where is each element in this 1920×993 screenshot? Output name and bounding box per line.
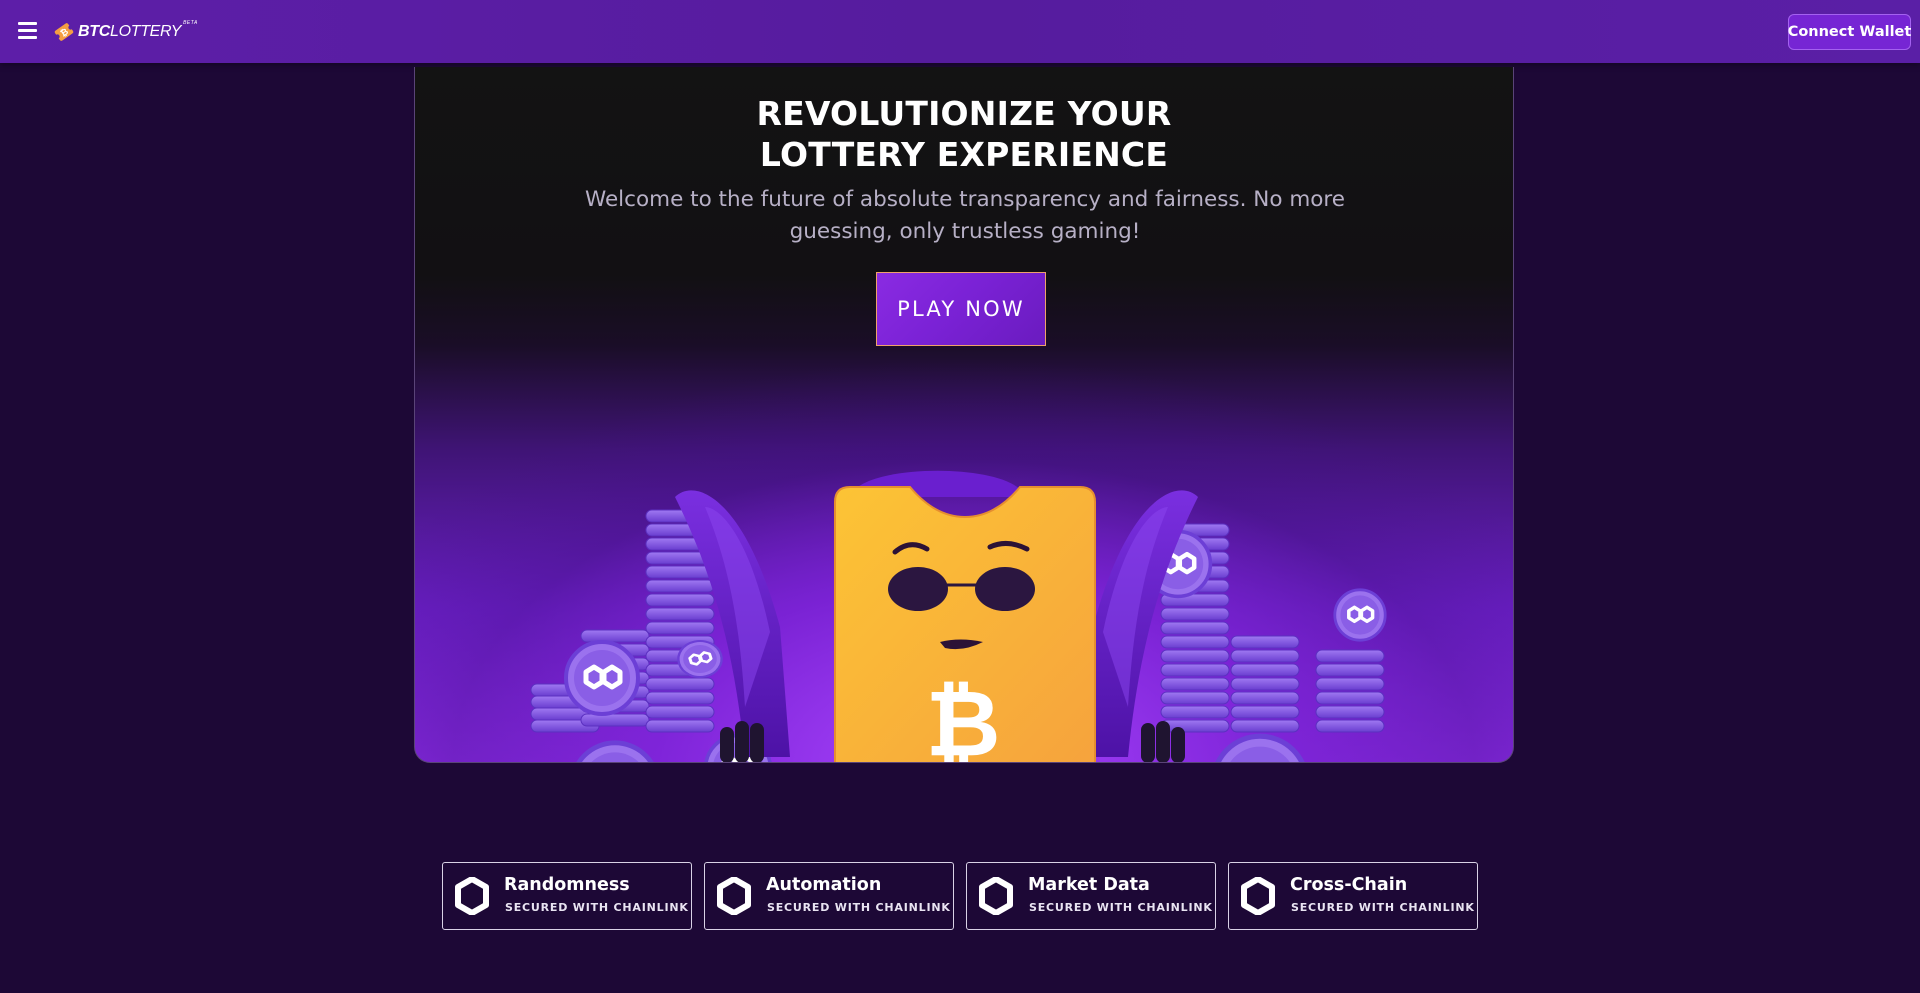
hero-title-line-1: REVOLUTIONIZE YOUR (756, 94, 1172, 133)
feature-card-cross-chain[interactable]: Cross-Chain SECURED WITH CHAINLINK (1228, 862, 1478, 930)
hamburger-menu-icon[interactable] (18, 22, 37, 39)
chainlink-hexagon-icon (1241, 877, 1275, 915)
btclottery-logo[interactable]: ₿ BTCLOTTERY BETA (52, 20, 198, 44)
feature-title: Randomness (504, 875, 630, 895)
connect-wallet-button[interactable]: Connect Wallet (1788, 14, 1911, 50)
feature-card-market-data[interactable]: Market Data SECURED WITH CHAINLINK (966, 862, 1216, 930)
feature-subtitle: SECURED WITH CHAINLINK (767, 901, 951, 914)
feature-title: Automation (766, 875, 882, 895)
bitcoin-symbol: ₿ (926, 670, 1001, 763)
feature-subtitle: SECURED WITH CHAINLINK (1291, 901, 1475, 914)
left-hand (720, 721, 764, 762)
chainlink-hexagon-icon (455, 877, 489, 915)
right-coin-stacks (1146, 523, 1387, 763)
logo-brand-bold: BTC (78, 23, 110, 40)
chainlink-hexagon-icon (979, 877, 1013, 915)
feature-title: Cross-Chain (1290, 875, 1408, 895)
feature-subtitle: SECURED WITH CHAINLINK (505, 901, 689, 914)
right-hand (1141, 721, 1185, 762)
play-now-button[interactable]: PLAY NOW (876, 272, 1046, 346)
ticket-logo-icon: ₿ (54, 23, 74, 41)
feature-card-randomness[interactable]: Randomness SECURED WITH CHAINLINK (442, 862, 692, 930)
logo-wordmark: BTCLOTTERY BETA (78, 20, 198, 41)
feature-subtitle: SECURED WITH CHAINLINK (1029, 901, 1213, 914)
hero-title-line-2: LOTTERY EXPERIENCE (759, 135, 1169, 174)
top-navigation-bar: ₿ BTCLOTTERY BETA Connect Wallet (0, 0, 1920, 63)
feature-title: Market Data (1028, 875, 1150, 895)
hero-subtitle-line-1: Welcome to the future of absolute transp… (584, 187, 1346, 212)
hero-title: REVOLUTIONIZE YOUR LOTTERY EXPERIENCE (415, 93, 1513, 175)
logo-brand-rest: LOTTERY (109, 23, 182, 40)
feature-card-automation[interactable]: Automation SECURED WITH CHAINLINK (704, 862, 954, 930)
chainlink-features-row: Randomness SECURED WITH CHAINLINK Automa… (442, 862, 1478, 930)
beta-badge: BETA (183, 20, 198, 26)
hero-subtitle-line-2: guessing, only trustless gaming! (789, 219, 1141, 244)
sunglasses-left-lens (888, 567, 948, 611)
chainlink-hexagon-icon (717, 877, 751, 915)
ticket-mascot-illustration: ₿ (530, 470, 1387, 763)
sunglasses-right-lens (975, 567, 1035, 611)
hero-banner: REVOLUTIONIZE YOUR LOTTERY EXPERIENCE We… (414, 67, 1514, 763)
hero-subtitle: Welcome to the future of absolute transp… (555, 184, 1375, 248)
